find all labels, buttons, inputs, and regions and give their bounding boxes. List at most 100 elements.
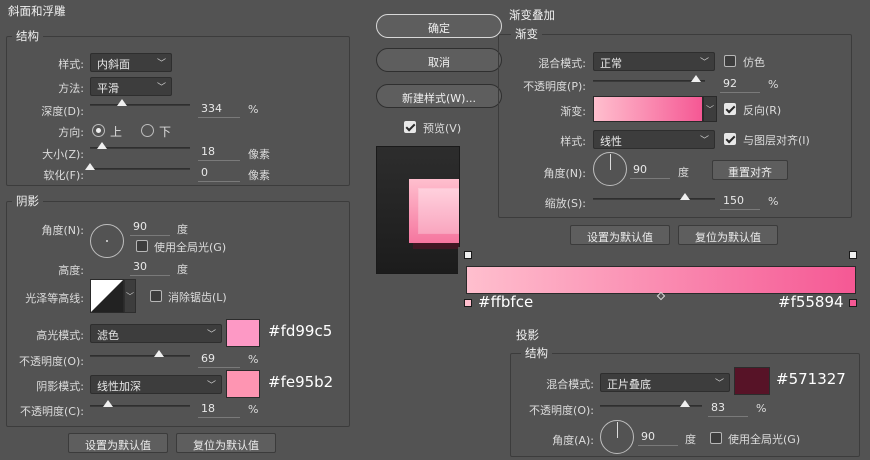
- go-gradient-label: 渐变:: [560, 105, 586, 118]
- shadow-opacity-slider[interactable]: [90, 400, 190, 407]
- soften-slider[interactable]: [85, 163, 190, 170]
- gradient-ramp[interactable]: [466, 266, 856, 294]
- gradient-start-hex: #ffbfce: [478, 293, 534, 311]
- go-angle-input[interactable]: 90: [630, 163, 670, 179]
- shadow-color-swatch[interactable]: [226, 370, 260, 398]
- highlight-opacity-handle[interactable]: [154, 350, 164, 357]
- direction-up-label: 上: [110, 125, 123, 139]
- bevel-structure-title: 结构: [12, 28, 43, 44]
- color-stop-square: [464, 299, 472, 307]
- highlight-opacity-slider[interactable]: [90, 350, 190, 357]
- altitude-input[interactable]: 30: [130, 260, 170, 276]
- align-layer-checkbox[interactable]: [724, 133, 736, 145]
- direction-label: 方向:: [58, 126, 84, 139]
- opacity-stop-square: [849, 251, 857, 259]
- shadow-opacity-unit: %: [248, 403, 259, 416]
- drop-shadow-title: 投影: [512, 327, 543, 343]
- go-opacity-input[interactable]: 92: [720, 77, 760, 93]
- ds-opacity-handle[interactable]: [679, 400, 690, 407]
- size-unit: 像素: [248, 148, 270, 161]
- ds-angle-label: 角度(A):: [552, 434, 594, 447]
- color-stop-right[interactable]: [849, 299, 857, 311]
- dither-checkbox[interactable]: [724, 55, 736, 67]
- opacity-stop-right[interactable]: [849, 251, 857, 263]
- opacity-stop-left[interactable]: [464, 251, 472, 263]
- depth-input[interactable]: 334: [198, 102, 240, 118]
- bevel-set-default-button[interactable]: 设置为默认值: [68, 433, 168, 453]
- depth-slider[interactable]: [90, 99, 190, 106]
- shadow-opacity-handle[interactable]: [103, 400, 113, 407]
- chevron-down-icon: ﹀: [699, 136, 709, 146]
- go-style-select[interactable]: 线性 ﹀: [593, 130, 715, 149]
- color-stop-left[interactable]: [464, 299, 472, 311]
- new-style-button[interactable]: 新建样式(W)...: [376, 84, 502, 108]
- ds-angle-input[interactable]: 90: [638, 430, 678, 446]
- ds-color-swatch[interactable]: [734, 367, 770, 395]
- shading-angle-dial[interactable]: [90, 224, 124, 258]
- go-scale-unit: %: [768, 195, 779, 208]
- soften-input[interactable]: 0: [198, 166, 240, 182]
- go-opacity-slider[interactable]: [593, 75, 705, 82]
- go-blend-select[interactable]: 正常 ﹀: [593, 52, 715, 71]
- bevel-reset-default-button[interactable]: 复位为默认值: [176, 433, 276, 453]
- method-select[interactable]: 平滑 ﹀: [90, 77, 172, 96]
- size-slider-handle[interactable]: [97, 142, 107, 149]
- size-slider[interactable]: [90, 142, 190, 149]
- ds-global-light-checkbox[interactable]: [710, 432, 722, 444]
- shading-global-light-checkbox[interactable]: [136, 240, 148, 252]
- ok-button[interactable]: 确定: [376, 14, 502, 38]
- go-angle-dial[interactable]: [593, 152, 627, 186]
- antialias-checkbox[interactable]: [150, 290, 162, 302]
- ds-opacity-input[interactable]: 83: [708, 401, 748, 417]
- go-scale-slider[interactable]: [593, 193, 715, 200]
- cancel-button[interactable]: 取消: [376, 48, 502, 72]
- go-reset-default-button[interactable]: 复位为默认值: [678, 225, 778, 245]
- shadow-mode-select[interactable]: 线性加深 ﹀: [90, 375, 222, 394]
- go-style-label: 样式:: [560, 135, 586, 148]
- reverse-checkbox[interactable]: [724, 103, 736, 115]
- highlight-mode-select[interactable]: 滤色 ﹀: [90, 324, 222, 343]
- gloss-contour-dropdown[interactable]: ﹀: [124, 279, 136, 313]
- size-input[interactable]: 18: [198, 145, 240, 161]
- shadow-mode-value: 线性加深: [97, 380, 141, 393]
- ds-hex: #571327: [776, 370, 846, 388]
- depth-slider-handle[interactable]: [117, 99, 127, 106]
- go-scale-input[interactable]: 150: [720, 194, 760, 210]
- gloss-contour-preview[interactable]: [90, 279, 124, 313]
- go-scale-handle[interactable]: [679, 193, 690, 200]
- go-set-default-button[interactable]: 设置为默认值: [570, 225, 670, 245]
- ds-blend-select[interactable]: 正片叠底 ﹀: [600, 373, 730, 392]
- preview-bevel-inner: [419, 189, 459, 233]
- altitude-label: 高度:: [58, 264, 84, 277]
- reset-alignment-button[interactable]: 重置对齐: [712, 160, 788, 180]
- shadow-mode-label: 阴影模式:: [36, 380, 84, 393]
- gradient-dropdown[interactable]: ﹀: [703, 96, 717, 122]
- preview-checkbox[interactable]: [404, 121, 416, 133]
- gradient-end-hex: #f55894: [778, 293, 844, 311]
- gloss-contour-label: 光泽等高线:: [25, 292, 84, 305]
- highlight-mode-label: 高光模式:: [36, 329, 84, 342]
- highlight-opacity-input[interactable]: 69: [198, 352, 240, 368]
- antialias-label: 消除锯齿(L): [168, 291, 227, 304]
- ds-opacity-unit: %: [756, 402, 767, 415]
- direction-up-radio[interactable]: [92, 124, 105, 137]
- direction-down-radio[interactable]: [141, 124, 154, 137]
- chevron-down-icon: ﹀: [714, 379, 724, 389]
- ds-opacity-slider[interactable]: [600, 400, 702, 407]
- bevel-title: 斜面和浮雕: [4, 3, 70, 19]
- method-label: 方法:: [58, 82, 84, 95]
- style-select[interactable]: 内斜面 ﹀: [90, 53, 172, 72]
- chevron-down-icon: ﹀: [126, 292, 134, 301]
- gradient-sub-title: 渐变: [511, 26, 542, 42]
- ds-angle-dial[interactable]: [600, 420, 634, 454]
- chevron-down-icon: ﹀: [706, 105, 714, 114]
- shading-angle-input[interactable]: 90: [130, 220, 170, 236]
- gradient-preview[interactable]: [593, 96, 703, 122]
- soften-slider-handle[interactable]: [85, 163, 95, 170]
- shadow-hex: #fe95b2: [268, 373, 334, 391]
- highlight-opacity-label: 不透明度(O):: [19, 355, 84, 368]
- go-opacity-handle[interactable]: [691, 75, 702, 82]
- color-stop-square: [849, 299, 857, 307]
- shadow-opacity-input[interactable]: 18: [198, 402, 240, 418]
- highlight-color-swatch[interactable]: [226, 319, 260, 347]
